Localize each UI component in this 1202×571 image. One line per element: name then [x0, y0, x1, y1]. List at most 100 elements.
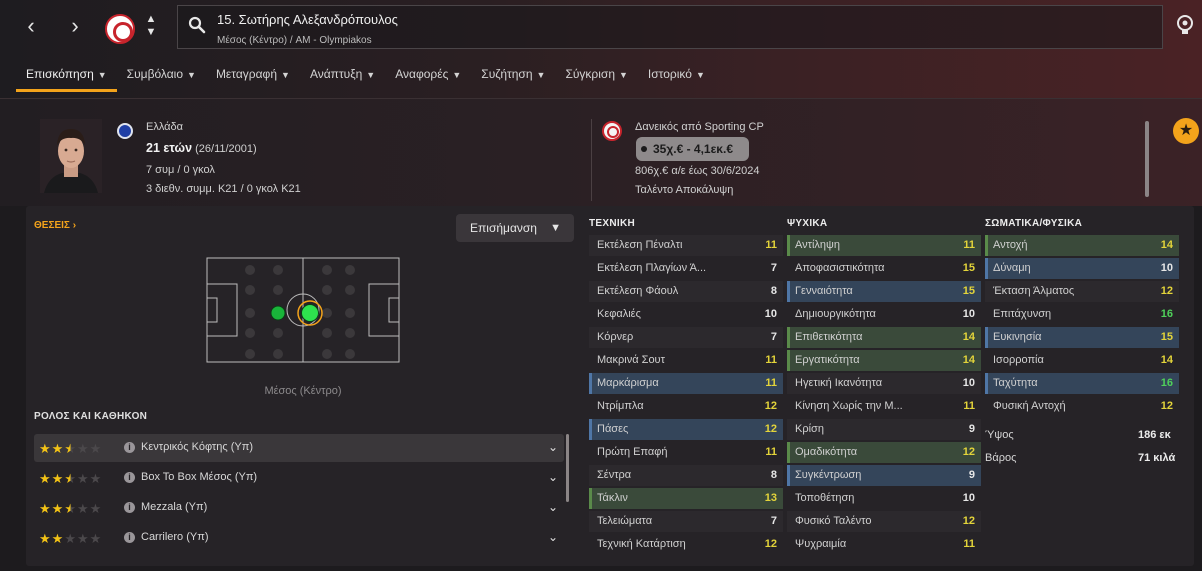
chevron-down-icon[interactable]: ⌄ — [548, 530, 558, 544]
attribute-row[interactable]: Εκτέλεση Φάουλ 8 — [589, 280, 783, 303]
roles-title: ΡΟΛΟΣ ΚΑΙ ΚΑΘΗΚΟΝ — [34, 411, 148, 422]
attribute-row[interactable]: Μακρινά Σουτ 11 — [589, 349, 783, 372]
attribute-row[interactable]: Ταχύτητα 16 — [985, 372, 1179, 395]
tab-discussion[interactable]: Συζήτηση ▼ — [471, 66, 555, 90]
transfer-value-badge[interactable]: 35χ.€ - 4,1εκ.€ — [636, 137, 749, 161]
attribute-row[interactable]: Επιθετικότητα 14 — [787, 326, 981, 349]
attribute-value: 9 — [968, 423, 975, 435]
attribute-cell: Εκτέλεση Πέναλτι 11 — [589, 235, 783, 256]
attribute-cell: Ψυχραιμία 11 — [787, 534, 981, 555]
tab-compare[interactable]: Σύγκριση ▼ — [555, 66, 637, 90]
attribute-cell: Έκταση Άλματος 12 — [985, 281, 1179, 302]
attribute-label: Αποφασιστικότητα — [795, 262, 885, 274]
chevron-down-icon[interactable]: ⌄ — [548, 500, 558, 514]
attribute-value: 16 — [1160, 308, 1173, 320]
attribute-row[interactable]: Εργατικότητα 14 — [787, 349, 981, 372]
highlight-dropdown[interactable]: Επισήμανση ▼ — [456, 214, 574, 242]
attribute-row[interactable]: Αποφασιστικότητα 15 — [787, 257, 981, 280]
club-badge-icon[interactable] — [105, 14, 135, 44]
mental-attributes: ΨΥΧΙΚΑ Αντίληψη 11 Αποφασιστικότητα 15 Γεννα… — [787, 218, 981, 556]
loan-status[interactable]: Δανεικός από Sporting CP — [635, 121, 764, 133]
role-row[interactable]: ★★★★★ i Carrilero (Υπ) ⌄ — [34, 524, 564, 552]
attribute-row[interactable]: Ομαδικότητα 12 — [787, 441, 981, 464]
attribute-row[interactable]: Αντίληψη 11 — [787, 234, 981, 257]
player-search-box[interactable]: 15. Σωτήρης Αλεξανδρόπουλος Μέσος (Κέντρ… — [177, 5, 1163, 49]
chevron-down-icon[interactable]: ⌄ — [548, 440, 558, 454]
attribute-row[interactable]: Τελειώματα 7 — [589, 510, 783, 533]
role-row[interactable]: ★★★★★ i Mezzala (Υπ) ⌄ — [34, 494, 564, 522]
attribute-row[interactable]: Κόρνερ 7 — [589, 326, 783, 349]
attribute-row[interactable]: Φυσικό Ταλέντο 12 — [787, 510, 981, 533]
tab-history[interactable]: Ιστορικό ▼ — [638, 66, 715, 90]
attribute-row[interactable]: Κεφαλιές 10 — [589, 303, 783, 326]
attribute-value: 12 — [962, 515, 975, 527]
attribute-row[interactable]: Δύναμη 10 — [985, 257, 1179, 280]
attribute-row[interactable]: Πάσες 12 — [589, 418, 783, 441]
u21-caps: 3 διεθν. συμμ. Κ21 / 0 γκολ Κ21 — [146, 183, 301, 195]
info-icon[interactable]: i — [124, 502, 135, 513]
info-icon[interactable]: i — [124, 532, 135, 543]
technical-title: ΤΕΧΝΙΚΗ — [589, 218, 635, 229]
back-button[interactable]: ‹ — [18, 14, 44, 40]
favorite-star-icon[interactable]: ★ — [1173, 118, 1199, 144]
attribute-row[interactable]: Εκτέλεση Πέναλτι 11 — [589, 234, 783, 257]
role-rating-stars: ★★★★★ — [39, 501, 103, 516]
tab-development[interactable]: Ανάπτυξη ▼ — [300, 66, 385, 90]
attribute-row[interactable]: Ευκινησία 15 — [985, 326, 1179, 349]
attribute-value: 7 — [770, 331, 777, 343]
attribute-row[interactable]: Φυσική Αντοχή 12 — [985, 395, 1179, 418]
search-icon[interactable] — [188, 16, 206, 34]
attribute-row[interactable]: Κρίση 9 — [787, 418, 981, 441]
attribute-value: 11 — [963, 538, 975, 550]
roles-scrollbar[interactable] — [566, 434, 569, 502]
attribute-row[interactable]: Μαρκάρισμα 11 — [589, 372, 783, 395]
tab-transfer[interactable]: Μεταγραφή ▼ — [206, 66, 300, 90]
chevron-down-icon[interactable]: ▼ — [144, 26, 158, 39]
role-row[interactable]: ★★★★★ i Box To Box Μέσος (Υπ) ⌄ — [34, 464, 564, 492]
attribute-value: 10 — [764, 308, 777, 320]
attribute-cell: Επιτάχυνση 16 — [985, 304, 1179, 325]
brain-settings-icon[interactable] — [1175, 14, 1195, 36]
tab-overview[interactable]: Επισκόπηση ▼ — [16, 66, 117, 92]
player-switch[interactable]: ▲ ▼ — [144, 13, 158, 43]
attribute-row[interactable]: Εκτέλεση Πλαγίων Ά... 7 — [589, 257, 783, 280]
attribute-label: Τεχνική Κατάρτιση — [597, 538, 686, 550]
attribute-label: Μακρινά Σουτ — [597, 354, 665, 366]
attribute-row[interactable]: Αντοχή 14 — [985, 234, 1179, 257]
attribute-row[interactable]: Επιτάχυνση 16 — [985, 303, 1179, 326]
attribute-value: 15 — [962, 262, 975, 274]
attribute-row[interactable]: Γενναιότητα 15 — [787, 280, 981, 303]
attribute-row[interactable]: Τάκλιν 13 — [589, 487, 783, 510]
talent-status: Ταλέντο Αποκάλυψη — [635, 184, 734, 196]
positions-link[interactable]: ΘΕΣΕΙΣ › — [34, 220, 76, 231]
attribute-row[interactable]: Ισορροπία 14 — [985, 349, 1179, 372]
attribute-row[interactable]: Τεχνική Κατάρτιση 12 — [589, 533, 783, 556]
info-icon[interactable]: i — [124, 442, 135, 453]
info-scrollbar[interactable] — [1145, 121, 1149, 197]
tab-reports[interactable]: Αναφορές ▼ — [385, 66, 471, 90]
attribute-row[interactable]: Ηγετική Ικανότητα 10 — [787, 372, 981, 395]
height-row: Ύψος 186 εκ — [985, 429, 1171, 441]
attribute-row[interactable]: Τοποθέτηση 10 — [787, 487, 981, 510]
attribute-label: Επιτάχυνση — [993, 308, 1052, 320]
attribute-row[interactable]: Δημιουργικότητα 10 — [787, 303, 981, 326]
attribute-row[interactable]: Έκταση Άλματος 12 — [985, 280, 1179, 303]
chevron-up-icon[interactable]: ▲ — [144, 13, 158, 26]
physical-title: ΣΩΜΑΤΙΚΑ/ΦΥΣΙΚΑ — [985, 218, 1083, 229]
attribute-cell: Ταχύτητα 16 — [985, 373, 1179, 394]
loan-club-badge-icon[interactable] — [602, 121, 622, 141]
attribute-row[interactable]: Συγκέντρωση 9 — [787, 464, 981, 487]
attribute-label: Συγκέντρωση — [795, 469, 862, 481]
attribute-row[interactable]: Κίνηση Χωρίς την Μ... 11 — [787, 395, 981, 418]
info-icon[interactable]: i — [124, 472, 135, 483]
attribute-value: 11 — [765, 446, 777, 458]
attribute-row[interactable]: Σέντρα 8 — [589, 464, 783, 487]
forward-button[interactable]: › — [62, 14, 88, 40]
attribute-row[interactable]: Πρώτη Επαφή 11 — [589, 441, 783, 464]
tab-contract[interactable]: Συμβόλαιο ▼ — [117, 66, 206, 90]
tab-label: Επισκόπηση — [26, 67, 94, 81]
chevron-down-icon[interactable]: ⌄ — [548, 470, 558, 484]
attribute-row[interactable]: Ψυχραιμία 11 — [787, 533, 981, 556]
role-row[interactable]: ★★★★★ i Κεντρικός Κόφτης (Υπ) ⌄ — [34, 434, 564, 462]
attribute-row[interactable]: Ντρίμπλα 12 — [589, 395, 783, 418]
